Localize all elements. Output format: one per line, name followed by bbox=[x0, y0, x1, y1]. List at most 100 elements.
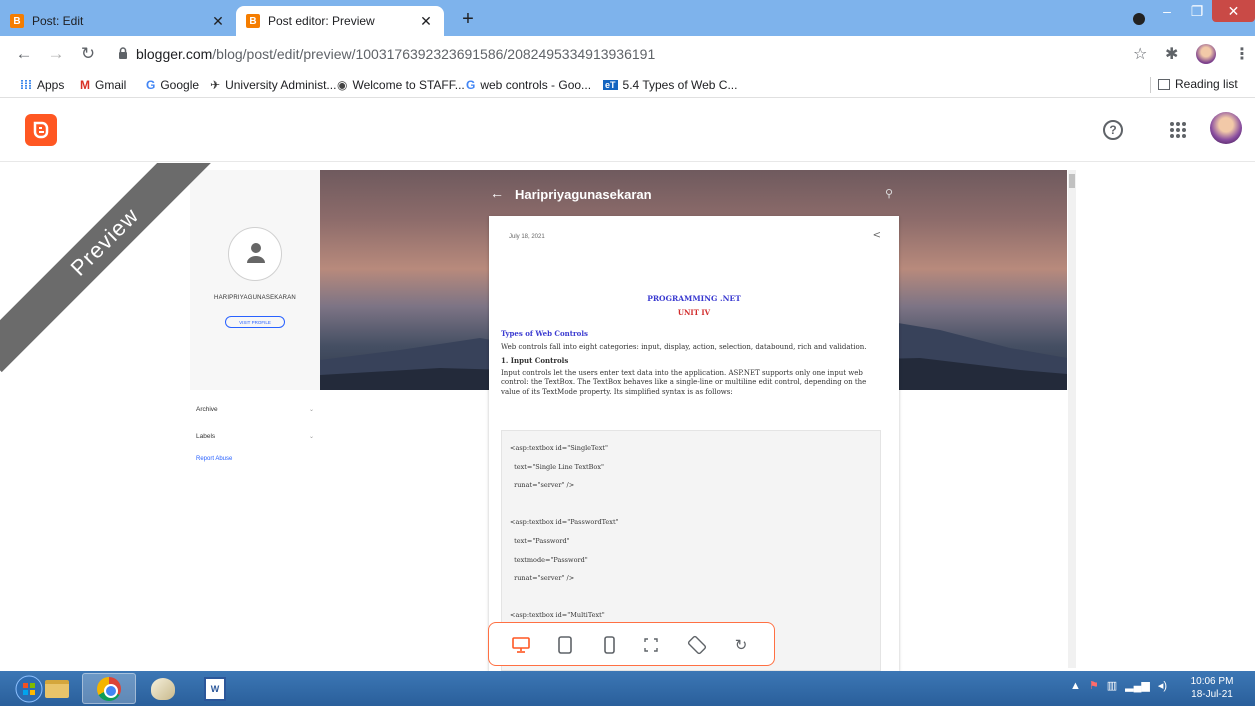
windows-taskbar: W ▲ ⚑ ▥ ▂▄▆ ◂) 10:06 PM 18-Jul-21 bbox=[0, 671, 1255, 706]
bookmark-google[interactable]: G Google bbox=[146, 78, 199, 92]
bookmark-types-web-controls[interactable]: eT 5.4 Types of Web C... bbox=[603, 78, 737, 92]
google-apps-icon[interactable] bbox=[1170, 122, 1186, 138]
paint-icon bbox=[151, 677, 175, 700]
chevron-down-icon: ⌄ bbox=[308, 407, 314, 413]
profile-name: HARIPRIYAGUNASEKARAN bbox=[214, 295, 296, 301]
code-line: runat="server" /> bbox=[510, 574, 575, 583]
blogger-icon: B bbox=[246, 14, 260, 28]
scrollbar-thumb[interactable] bbox=[1069, 174, 1075, 188]
document-icon: eT bbox=[603, 80, 618, 90]
maximize-icon[interactable]: ❐ bbox=[1182, 0, 1212, 22]
bookmark-apps[interactable]: ⁞⁞⁞ Apps bbox=[20, 78, 64, 92]
tab-title: Post editor: Preview bbox=[268, 14, 375, 28]
chevron-down-icon: ⌄ bbox=[308, 434, 314, 440]
taskbar-chrome[interactable] bbox=[82, 673, 136, 704]
sidebar-item-label: Labels bbox=[196, 433, 216, 440]
network-icon[interactable]: ▥ bbox=[1107, 679, 1117, 692]
menu-kebab-icon[interactable]: ⋮ bbox=[1234, 44, 1250, 64]
profile-icon[interactable] bbox=[228, 227, 282, 281]
tab-title: Post: Edit bbox=[32, 14, 84, 28]
extensions-icon[interactable]: ✱ bbox=[1165, 44, 1178, 64]
address-bar[interactable]: blogger.com/blog/post/edit/preview/10031… bbox=[136, 46, 655, 62]
volume-icon[interactable]: ◂) bbox=[1158, 679, 1167, 692]
sidebar-links: Archive ⌄ Labels ⌄ Report Abuse bbox=[196, 396, 314, 462]
bookmark-staff[interactable]: ◉ Welcome to STAFF... bbox=[337, 78, 465, 92]
tray-expand-icon[interactable]: ▲ bbox=[1070, 680, 1081, 692]
university-icon: ✈ bbox=[210, 78, 221, 92]
close-tab-icon[interactable]: ✕ bbox=[210, 13, 226, 30]
taskbar-clock[interactable]: 10:06 PM 18-Jul-21 bbox=[1180, 675, 1244, 701]
minimize-icon[interactable]: – bbox=[1152, 0, 1182, 22]
forward-arrow-icon[interactable]: → bbox=[46, 44, 66, 64]
google-icon: G bbox=[146, 78, 156, 92]
url-domain: blogger.com bbox=[136, 46, 213, 62]
tab-post-preview[interactable]: B Post editor: Preview ✕ bbox=[236, 6, 444, 36]
visit-profile-button[interactable]: VISIT PROFILE bbox=[225, 316, 285, 328]
post-date: July 18, 2021 bbox=[509, 234, 545, 240]
search-icon[interactable]: ⚲ bbox=[885, 187, 893, 200]
bookmarks-bar: ⁞⁞⁞ Apps M Gmail G Google ✈ University Admin… bbox=[0, 72, 1255, 98]
profile-indicator-icon[interactable] bbox=[1133, 13, 1145, 25]
bookmark-label: Gmail bbox=[95, 78, 127, 92]
bookmark-label: Welcome to STAFF... bbox=[352, 78, 465, 92]
device-toolbar: ↻ bbox=[488, 622, 775, 666]
share-icon[interactable]: < bbox=[873, 230, 881, 241]
phone-icon[interactable] bbox=[597, 633, 621, 657]
fullscreen-icon[interactable] bbox=[639, 633, 663, 657]
bookmark-label: web controls - Goo... bbox=[480, 78, 592, 92]
blog-sidebar: HARIPRIYAGUNASEKARAN VISIT PROFILE bbox=[190, 170, 320, 390]
globe-icon: ◉ bbox=[337, 78, 348, 92]
refresh-icon[interactable]: ↻ bbox=[729, 633, 753, 657]
avatar[interactable] bbox=[1210, 112, 1242, 144]
close-tab-icon[interactable]: ✕ bbox=[418, 13, 434, 30]
code-line: text="Single Line TextBox" bbox=[510, 462, 604, 471]
bookmark-star-icon[interactable]: ☆ bbox=[1133, 44, 1147, 64]
reading-list-label: Reading list bbox=[1175, 77, 1238, 91]
rotate-icon[interactable] bbox=[685, 633, 709, 657]
post-body: Types of Web Controls Web controls fall … bbox=[501, 329, 886, 401]
bookmark-web-controls[interactable]: Gweb controls - Goo... bbox=[466, 78, 591, 92]
reading-list-button[interactable]: Reading list bbox=[1158, 77, 1238, 91]
sidebar-item-archive[interactable]: Archive ⌄ bbox=[196, 396, 314, 423]
post-card: July 18, 2021 < PROGRAMMING .NET UNIT IV… bbox=[489, 216, 899, 671]
blog-title[interactable]: Haripriyagunasekaran bbox=[515, 187, 652, 202]
back-arrow-icon[interactable]: ← bbox=[14, 44, 34, 64]
taskbar-paint[interactable] bbox=[136, 673, 190, 704]
bookmark-label: Apps bbox=[37, 78, 65, 92]
tab-post-edit[interactable]: B Post: Edit ✕ bbox=[0, 6, 236, 36]
folder-icon bbox=[45, 679, 69, 698]
clock-time: 10:06 PM bbox=[1190, 676, 1234, 687]
blogger-logo-icon[interactable] bbox=[25, 114, 57, 146]
bookmark-label: University Administ... bbox=[225, 78, 337, 92]
lock-icon bbox=[119, 47, 127, 59]
blogger-header: ? bbox=[0, 98, 1255, 162]
close-window-icon[interactable]: ✕ bbox=[1212, 0, 1255, 22]
preview-area: HARIPRIYAGUNASEKARAN VISIT PROFILE ← Har… bbox=[0, 163, 1255, 671]
desktop-icon[interactable] bbox=[509, 633, 533, 657]
reload-icon[interactable]: ↻ bbox=[78, 44, 98, 64]
back-arrow-icon[interactable]: ← bbox=[490, 185, 504, 201]
help-icon[interactable]: ? bbox=[1103, 120, 1123, 140]
scrollbar[interactable] bbox=[1068, 170, 1076, 668]
code-line: <asp:textbox id="SingleText" bbox=[510, 444, 608, 452]
url-path: /blog/post/edit/preview/1003176392323691… bbox=[212, 46, 656, 62]
word-icon: W bbox=[204, 676, 226, 701]
system-tray: ▲ ⚑ ▥ ▂▄▆ ◂) bbox=[1070, 679, 1167, 693]
tablet-icon[interactable] bbox=[553, 633, 577, 657]
taskbar-explorer[interactable] bbox=[30, 673, 84, 704]
sidebar-item-labels[interactable]: Labels ⌄ bbox=[196, 423, 314, 450]
taskbar-word[interactable]: W bbox=[188, 673, 242, 704]
signal-icon[interactable]: ▂▄▆ bbox=[1125, 679, 1150, 692]
report-abuse-link[interactable]: Report Abuse bbox=[196, 456, 314, 462]
chrome-icon bbox=[97, 676, 121, 701]
post-unit: UNIT IV bbox=[677, 308, 711, 317]
bookmark-university[interactable]: ✈ University Administ... bbox=[210, 78, 336, 92]
new-tab-icon[interactable]: + bbox=[456, 8, 480, 31]
flag-icon[interactable]: ⚑ bbox=[1089, 679, 1099, 692]
bookmark-gmail[interactable]: M Gmail bbox=[80, 78, 126, 92]
avatar[interactable] bbox=[1196, 44, 1216, 64]
code-line: text="Password" bbox=[510, 536, 570, 545]
bookmark-label: 5.4 Types of Web C... bbox=[622, 78, 738, 92]
gmail-icon: M bbox=[80, 78, 90, 92]
